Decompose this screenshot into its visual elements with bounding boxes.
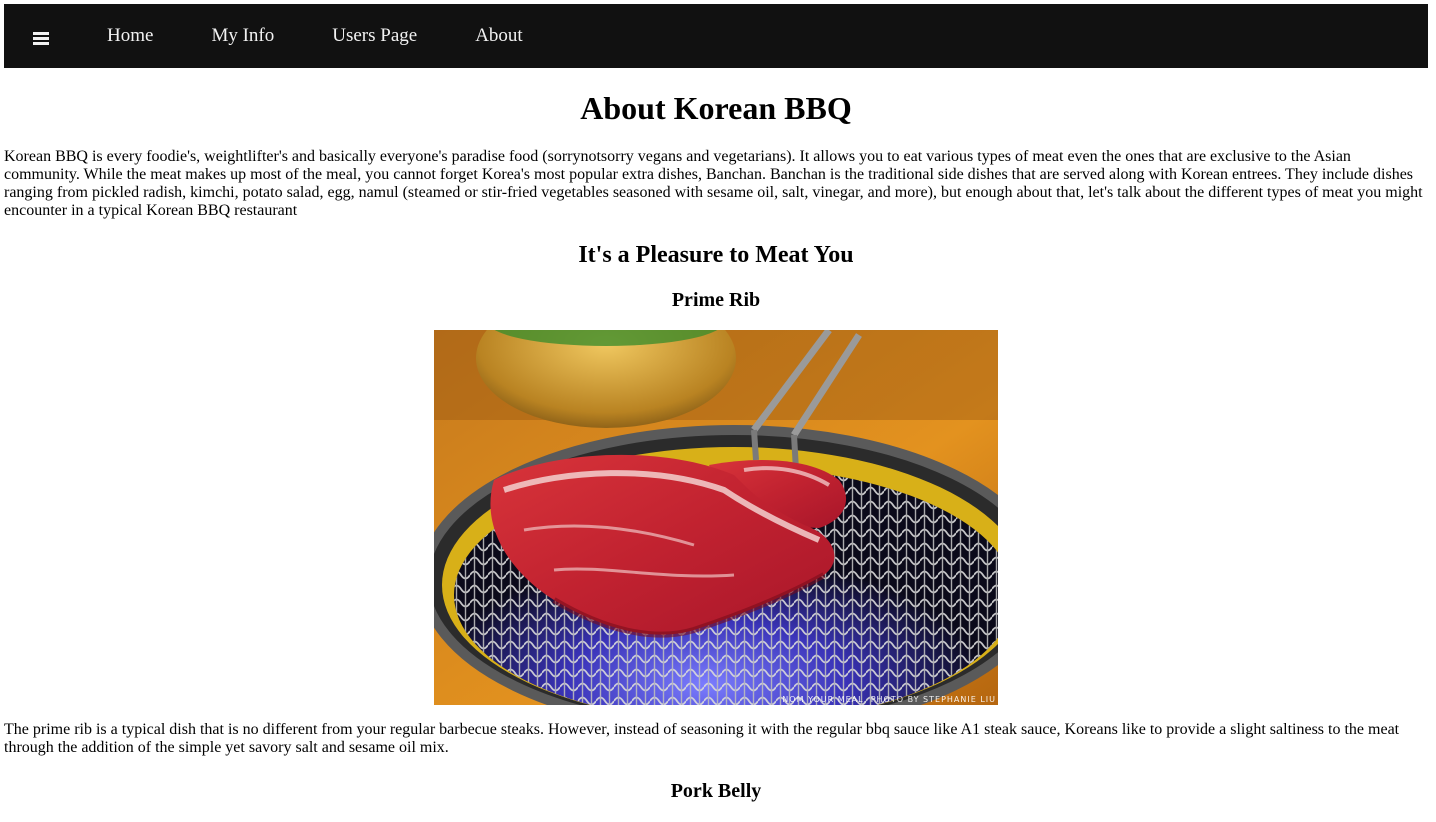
top-navbar: Home My Info Users Page About [4, 4, 1428, 68]
page-title: About Korean BBQ [580, 90, 852, 126]
intro-paragraph: Korean BBQ is every foodie's, weightlift… [4, 148, 1423, 219]
dish-title-pork-belly: Pork Belly [670, 780, 762, 802]
section-title: It's a Pleasure to Meat You [578, 242, 854, 268]
dish-title-prime-rib: Prime Rib [671, 289, 761, 311]
hamburger-icon [33, 31, 49, 45]
hamburger-menu-icon[interactable] [4, 4, 78, 68]
nav-link-about[interactable]: About [446, 4, 552, 68]
prime-rib-photo: Nom Your Meal. Photo by Stephanie Liu [434, 330, 998, 705]
nav-link-users-page[interactable]: Users Page [303, 4, 446, 68]
nav-link-my-info[interactable]: My Info [182, 4, 303, 68]
prime-rib-description: The prime rib is a typical dish that is … [4, 721, 1400, 756]
photo-credit: Nom Your Meal. Photo by Stephanie Liu [782, 695, 996, 704]
main-content: About Korean BBQ Korean BBQ is every foo… [4, 68, 1428, 803]
nav-link-home[interactable]: Home [78, 4, 182, 68]
